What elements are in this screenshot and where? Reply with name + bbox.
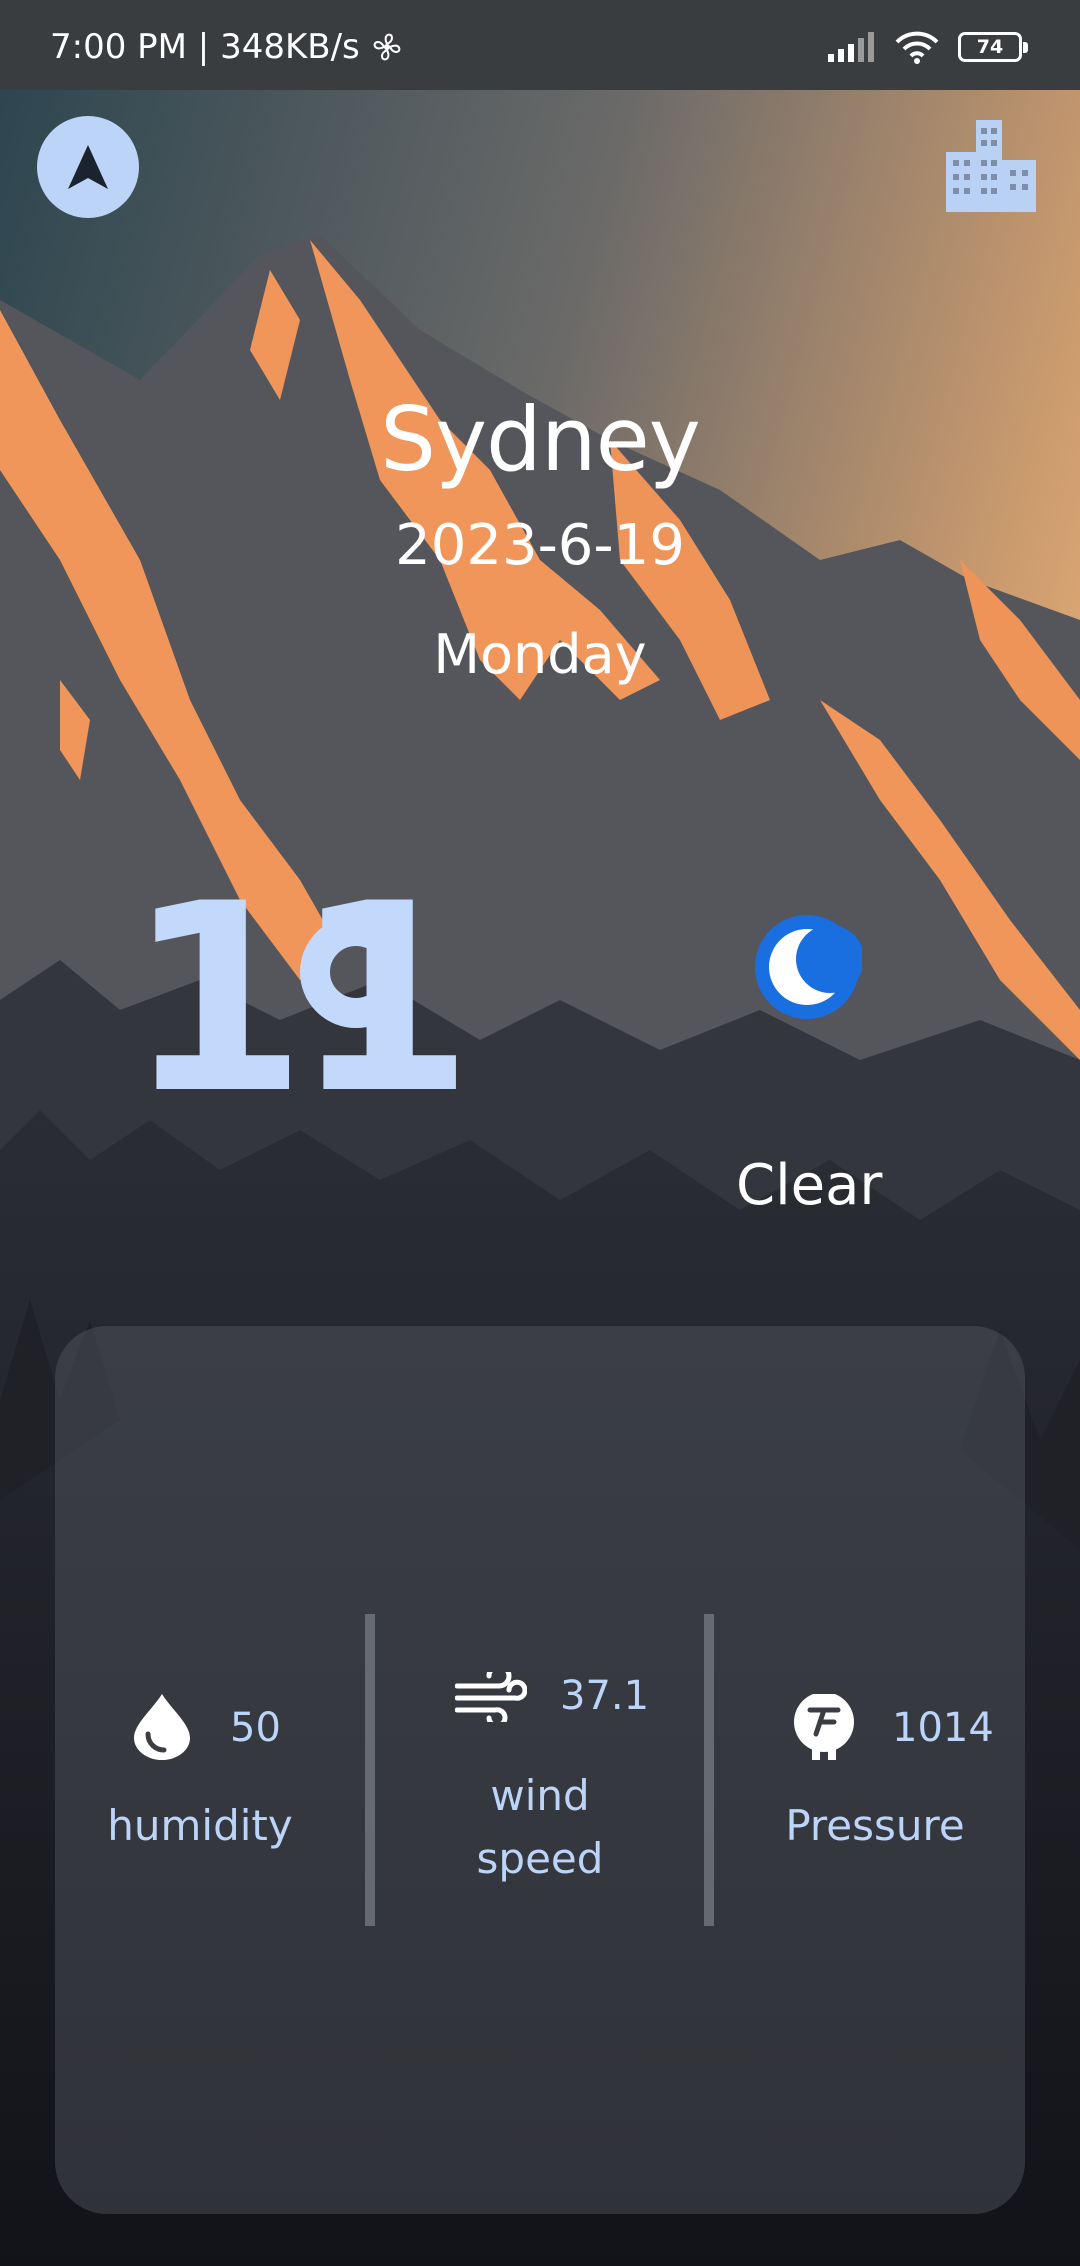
wind-speed-label: wind speed [430,1764,650,1890]
battery-indicator: 74 [958,32,1028,62]
wind-speed-value: 37.1 [560,1673,650,1719]
status-text: 7:00 PM | 348KB/s [50,27,360,67]
battery-level: 74 [976,36,1004,58]
navigation-arrow-icon [68,145,108,189]
divider [704,1614,714,1926]
divider [365,1614,375,1926]
pressure-icon [794,1694,854,1760]
navigation-button[interactable] [37,116,139,218]
weekday-text: Monday [433,623,647,686]
weather-condition: Clear [736,1153,883,1218]
pressure-value: 1014 [892,1705,994,1751]
wifi-icon [895,31,939,64]
status-time-speed: 7:00 PM | 348KB/s [50,30,404,64]
wind-icon [455,1672,527,1722]
fan-icon [373,33,401,61]
moon-icon [755,915,862,1019]
status-bar: 7:00 PM | 348KB/s 74 [0,0,1080,90]
wind-label-line1: wind [490,1771,590,1820]
signal-icon [828,32,874,62]
humidity-value: 50 [230,1705,281,1751]
status-icons: 74 [828,30,1028,64]
pressure-label: Pressure [785,1801,965,1850]
humidity-label: humidity [107,1801,293,1850]
wind-label-line2: speed [476,1834,604,1883]
city-name: Sydney [380,388,701,491]
date-text: 2023-6-19 [395,513,685,578]
temperature-value: 11 [126,849,474,1151]
city-building-icon[interactable] [946,120,1036,212]
water-drop-icon [134,1694,190,1760]
degree-symbol [300,916,412,1028]
